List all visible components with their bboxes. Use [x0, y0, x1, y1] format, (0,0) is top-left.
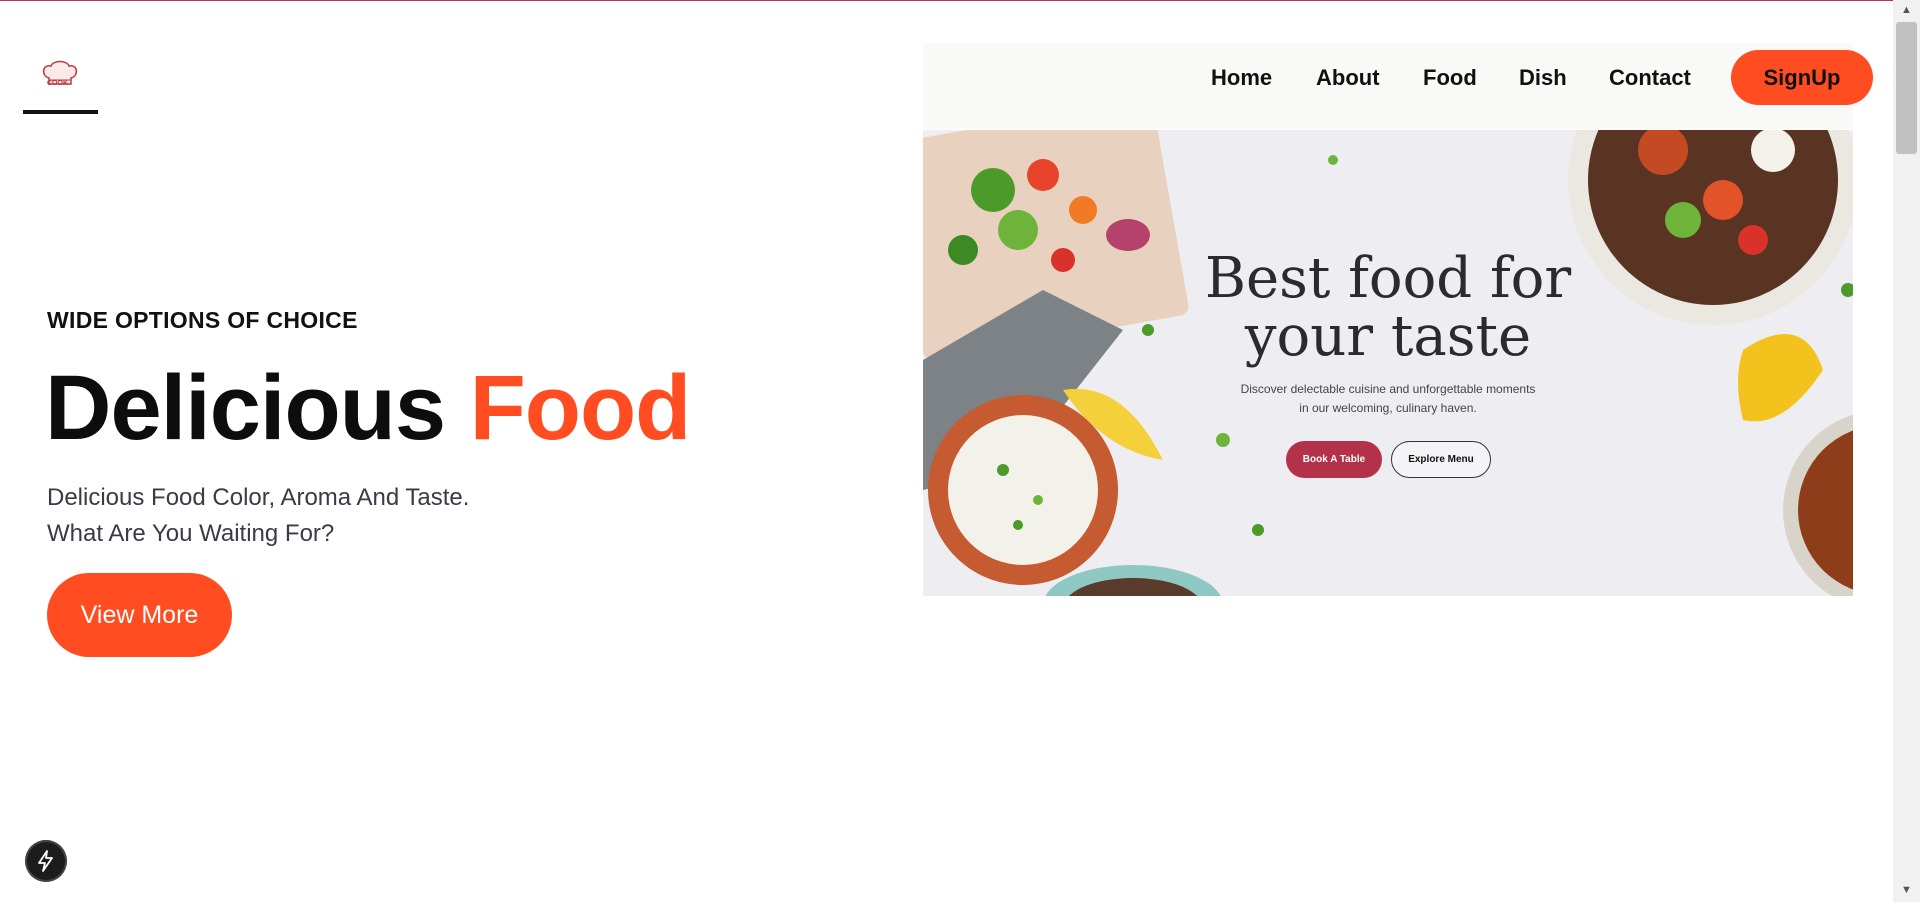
scroll-down-arrow-icon[interactable]: ▼	[1901, 884, 1912, 896]
top-border	[0, 0, 1920, 1]
hero-subtitle: Delicious Food Color, Aroma And Taste. W…	[47, 480, 469, 552]
banner-subtitle-line2: in our welcoming, culinary haven.	[1299, 401, 1477, 415]
dev-tools-badge[interactable]	[25, 840, 67, 882]
signup-button[interactable]: SignUp	[1731, 50, 1873, 105]
logo-bar	[23, 110, 98, 114]
scroll-up-arrow-icon[interactable]: ▲	[1901, 4, 1912, 16]
navbar: Home About Food Dish Contact	[923, 43, 1853, 129]
hero-subtitle-line2: What Are You Waiting For?	[47, 520, 335, 547]
nav-item-food[interactable]: Food	[1423, 65, 1477, 91]
nav-item-dish[interactable]: Dish	[1519, 65, 1567, 91]
nav-item-about[interactable]: About	[1316, 65, 1380, 91]
scrollbar[interactable]: ▲ ▼	[1893, 0, 1920, 902]
explore-menu-button: Explore Menu	[1391, 441, 1491, 478]
hero-title: Delicious Food	[45, 362, 691, 454]
banner-subtitle-line1: Discover delectable cuisine and unforget…	[1240, 382, 1536, 396]
banner-subtitle: Discover delectable cuisine and unforget…	[923, 380, 1853, 418]
hero-banner-image: Best food for your taste Discover delect…	[923, 130, 1853, 596]
hero-tagline: WIDE OPTIONS OF CHOICE	[47, 307, 358, 333]
nav-item-contact[interactable]: Contact	[1609, 65, 1691, 91]
hero-title-accent: Food	[469, 357, 692, 459]
lightning-icon	[38, 850, 53, 872]
logo-text: COOK	[47, 80, 68, 87]
hero-title-main: Delicious	[45, 357, 446, 459]
scroll-thumb[interactable]	[1896, 22, 1917, 154]
banner-title-line2: your taste	[1244, 304, 1532, 369]
nav-item-home[interactable]: Home	[1211, 65, 1272, 91]
logo[interactable]: COOK	[23, 58, 99, 118]
hero-subtitle-line1: Delicious Food Color, Aroma And Taste.	[47, 484, 470, 511]
view-more-button[interactable]: View More	[47, 573, 232, 657]
banner-title: Best food for your taste	[923, 250, 1853, 366]
chef-hat-icon	[42, 60, 78, 85]
book-a-table-button: Book A Table	[1286, 441, 1382, 478]
banner-title-line1: Best food for	[1204, 246, 1572, 311]
